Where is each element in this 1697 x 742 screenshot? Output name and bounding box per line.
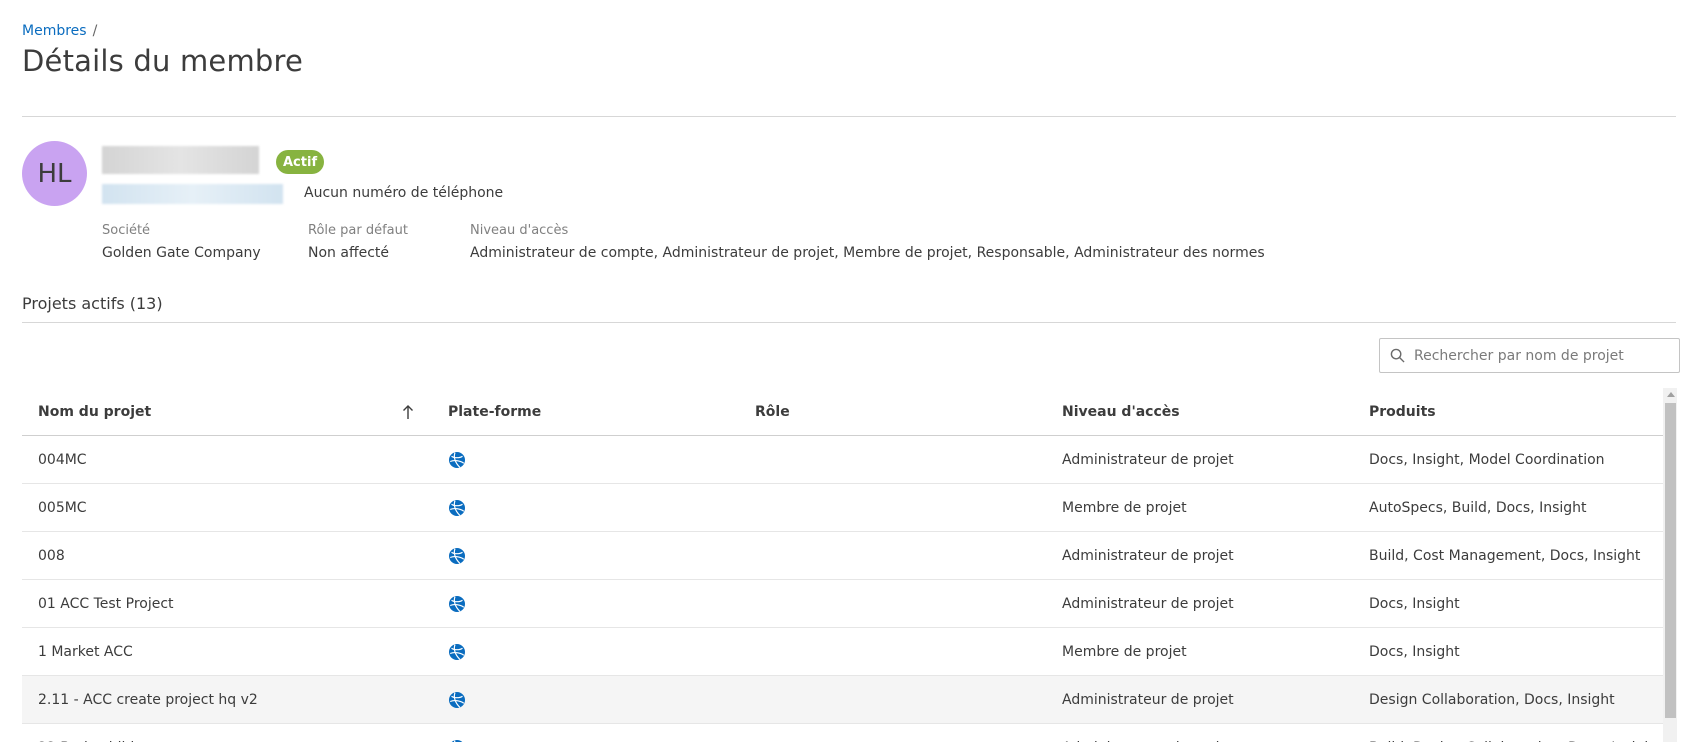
column-header-role[interactable]: Rôle <box>739 404 1046 420</box>
column-header-products[interactable]: Produits <box>1353 404 1663 420</box>
project-platform <box>432 547 739 565</box>
globe-icon <box>449 451 465 468</box>
project-name[interactable]: 1 Market ACC <box>22 644 432 660</box>
project-products: Docs, Insight <box>1369 595 1460 612</box>
project-access-level: Administrateur de projet <box>1062 595 1234 612</box>
default-role-label: Rôle par défaut <box>308 223 408 238</box>
project-name[interactable]: 004MC <box>22 452 432 468</box>
table-row[interactable]: 1 Market ACC Membre de projet Docs, Insi… <box>22 628 1663 676</box>
company-field: Société Golden Gate Company <box>102 223 261 261</box>
globe-icon <box>449 547 465 564</box>
default-role-field: Rôle par défaut Non affecté <box>308 223 408 261</box>
table-row[interactable]: 22 Bethesbild Administrateur de projet B… <box>22 724 1663 742</box>
scrollbar-thumb[interactable] <box>1665 403 1676 718</box>
member-phone: Aucun numéro de téléphone <box>304 185 504 201</box>
globe-icon <box>449 595 465 612</box>
project-name-label: 01 ACC Test Project <box>38 595 174 612</box>
search-icon <box>1390 348 1405 363</box>
member-name-redacted <box>102 146 259 174</box>
arrow-up-icon[interactable] <box>402 404 414 420</box>
globe-icon <box>451 739 463 742</box>
project-products: Docs, Insight <box>1369 643 1460 660</box>
project-name[interactable]: 2.11 - ACC create project hq v2 <box>22 692 432 708</box>
project-access-level: Membre de projet <box>1062 643 1187 660</box>
column-header-name[interactable]: Nom du projet <box>22 404 432 420</box>
project-name-label: 004MC <box>38 451 87 468</box>
table-row[interactable]: 004MC Administrateur de projet Docs, Ins… <box>22 436 1663 484</box>
table-header: Nom du projet Plate-forme Rôle Niveau d'… <box>22 388 1663 436</box>
project-products: Design Collaboration, Docs, Insight <box>1369 691 1615 708</box>
project-platform <box>432 451 739 469</box>
breadcrumb: Membres / <box>22 23 97 39</box>
table-row[interactable]: 008 Administrateur de projet Build, Cost… <box>22 532 1663 580</box>
globe-icon <box>449 691 465 708</box>
member-details-page: Membres / Détails du membre HL Actif Auc… <box>0 0 1697 742</box>
project-platform <box>432 643 739 661</box>
project-search-input[interactable] <box>1414 347 1664 364</box>
project-platform <box>432 595 739 613</box>
page-title: Détails du membre <box>22 44 304 78</box>
active-projects-title: Projets actifs (13) <box>22 294 163 313</box>
globe-icon <box>449 499 465 516</box>
project-products: Docs, Insight, Model Coordination <box>1369 451 1605 468</box>
project-products: Build, Cost Management, Docs, Insight <box>1369 547 1641 564</box>
globe-icon <box>449 643 465 660</box>
table-row[interactable]: 2.11 - ACC create project hq v2 Administ… <box>22 676 1663 724</box>
projects-table: Nom du projet Plate-forme Rôle Niveau d'… <box>22 388 1663 742</box>
project-name[interactable]: 005MC <box>22 500 432 516</box>
company-label: Société <box>102 223 151 238</box>
project-name[interactable]: 01 ACC Test Project <box>22 596 432 612</box>
column-header-access[interactable]: Niveau d'accès <box>1046 404 1353 420</box>
project-name[interactable]: 008 <box>22 548 432 564</box>
table-row[interactable]: 01 ACC Test Project Administrateur de pr… <box>22 580 1663 628</box>
table-body: 004MC Administrateur de projet Docs, Ins… <box>22 436 1663 742</box>
project-name-label: 2.11 - ACC create project hq v2 <box>38 691 258 708</box>
access-level-label: Niveau d'accès <box>470 223 569 238</box>
table-row[interactable]: 005MC Membre de projet AutoSpecs, Build,… <box>22 484 1663 532</box>
breadcrumb-separator: / <box>92 23 98 39</box>
project-platform <box>432 499 739 517</box>
breadcrumb-members-link[interactable]: Membres <box>22 23 87 39</box>
scrollbar-up-arrow[interactable] <box>1667 392 1675 397</box>
project-access-level: Administrateur de projet <box>1062 451 1234 468</box>
column-header-name-label: Nom du projet <box>38 403 152 420</box>
project-platform <box>432 739 739 742</box>
project-platform <box>432 691 739 709</box>
avatar: HL <box>22 141 87 206</box>
project-access-level: Administrateur de projet <box>1062 547 1234 564</box>
company-value: Golden Gate Company <box>102 245 261 261</box>
column-header-platform[interactable]: Plate-forme <box>432 404 739 420</box>
project-access-level: Membre de projet <box>1062 499 1187 516</box>
project-name-label: 005MC <box>38 499 87 516</box>
project-name-label: 008 <box>38 547 65 564</box>
header-divider <box>22 116 1676 117</box>
project-search[interactable] <box>1379 338 1680 373</box>
default-role-value: Non affecté <box>308 245 389 261</box>
status-badge: Actif <box>276 150 325 174</box>
project-products: AutoSpecs, Build, Docs, Insight <box>1369 499 1587 516</box>
access-level-value: Administrateur de compte, Administrateur… <box>470 245 1265 261</box>
section-divider <box>22 322 1676 323</box>
project-access-level: Administrateur de projet <box>1062 691 1234 708</box>
member-email-redacted <box>102 184 283 204</box>
access-level-field: Niveau d'accès Administrateur de compte,… <box>470 223 1265 261</box>
project-name-label: 1 Market ACC <box>38 643 133 660</box>
